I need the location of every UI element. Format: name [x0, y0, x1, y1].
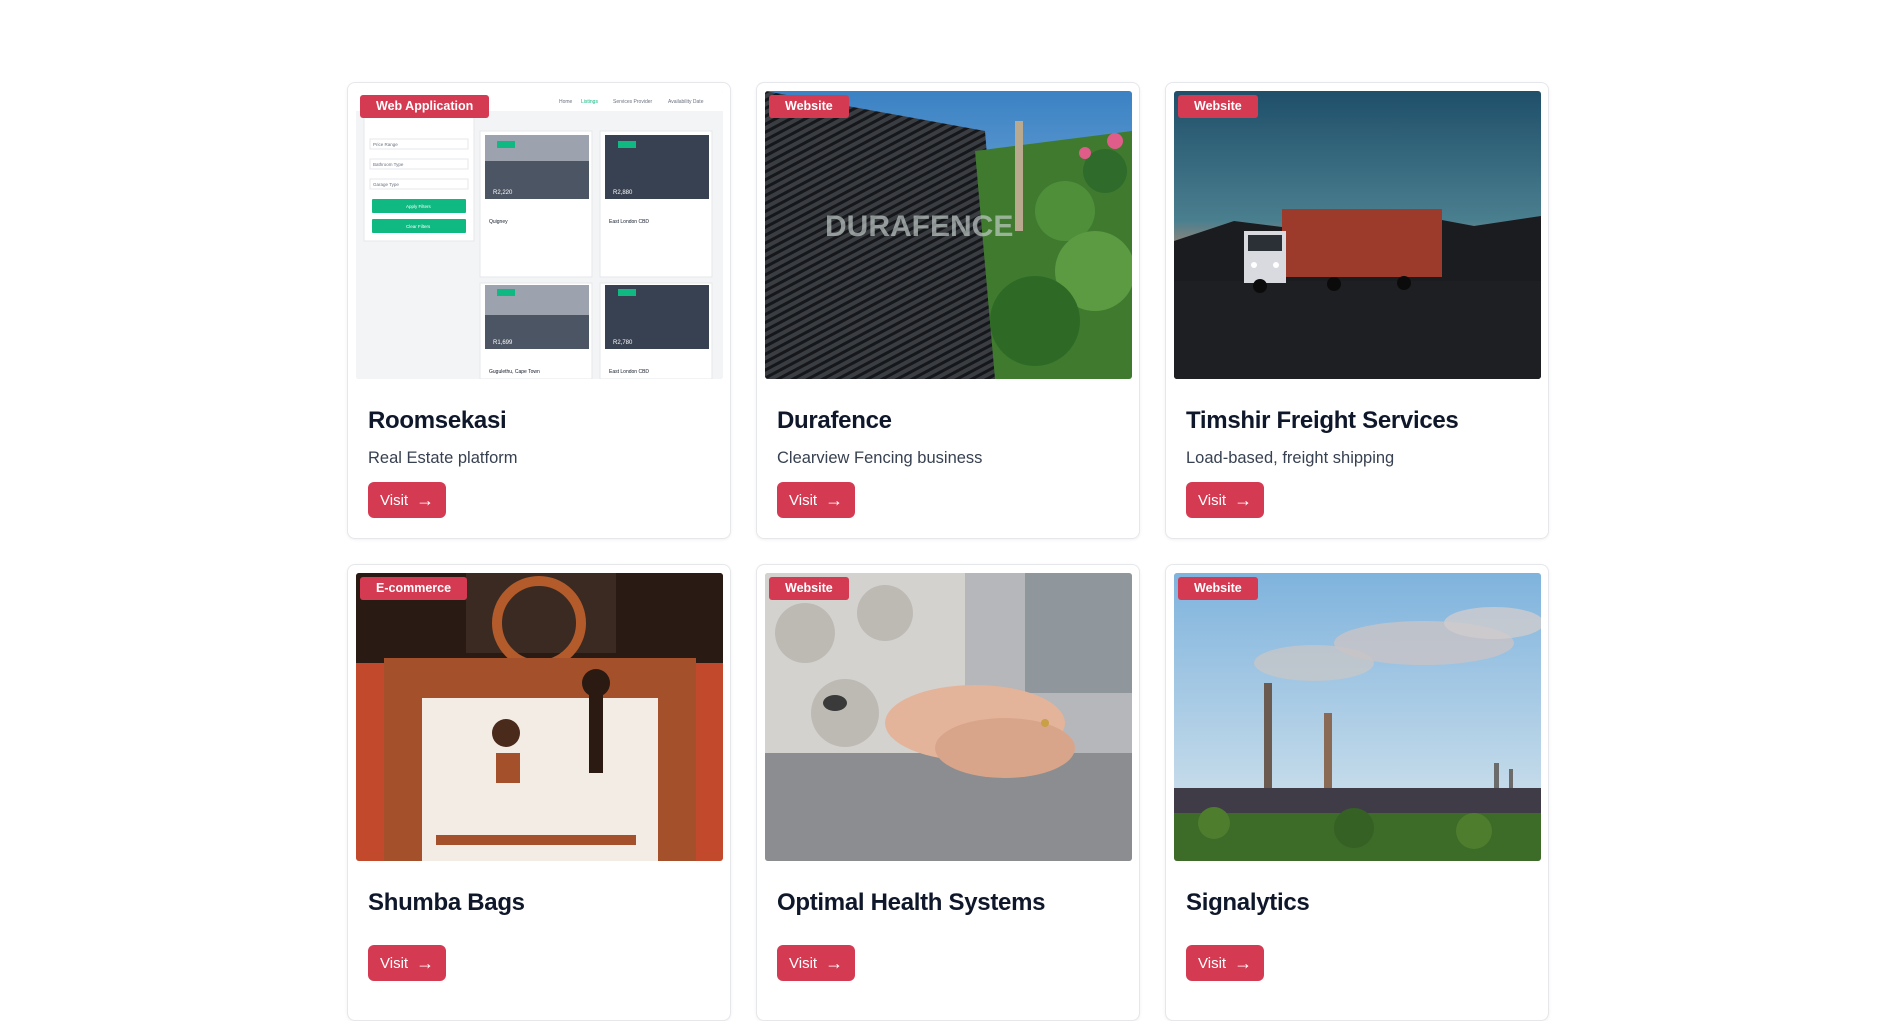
project-thumbnail: Website [765, 573, 1132, 861]
project-card: Home Listings Services Provider Availabi… [347, 82, 731, 539]
arrow-right-icon: → [416, 490, 435, 510]
project-title: Shumba Bags [368, 889, 525, 916]
project-title: Durafence [777, 407, 892, 434]
svg-text:Services Provider: Services Provider [613, 99, 653, 105]
visit-button[interactable]: Visit → [777, 482, 856, 518]
category-badge: Website [1178, 95, 1258, 118]
project-card: Website Optimal Health Systems Visit → [756, 564, 1140, 1021]
svg-text:Home: Home [559, 99, 573, 105]
svg-text:Price Range: Price Range [373, 142, 398, 147]
svg-text:Clear Filters: Clear Filters [406, 224, 431, 229]
project-title: Signalytics [1186, 889, 1310, 916]
svg-text:R1,699: R1,699 [493, 340, 513, 346]
project-thumbnail: Home Listings Services Provider Availabi… [356, 91, 723, 379]
visit-button[interactable]: Visit → [368, 482, 447, 518]
handbag-image [356, 573, 723, 861]
freight-truck-image [1174, 91, 1541, 379]
svg-text:East London CBD: East London CBD [609, 219, 649, 225]
arrow-right-icon: → [1234, 953, 1253, 973]
category-badge: Website [769, 577, 849, 600]
project-card: DURAFENCE Website Durafence Clearview Fe… [756, 82, 1140, 539]
category-badge: Web Application [360, 95, 490, 118]
project-card: Website Signalytics Visit → [1165, 564, 1549, 1021]
durafence-logo: DURAFENCE [825, 210, 1013, 243]
project-title: Optimal Health Systems [777, 889, 1046, 916]
holding-hands-image [765, 573, 1132, 861]
project-thumbnail: DURAFENCE Website [765, 91, 1132, 379]
project-title: Timshir Freight Services [1186, 407, 1459, 434]
project-card: E-commerce Shumba Bags Visit → [347, 564, 731, 1021]
project-description: Clearview Fencing business [777, 449, 983, 467]
svg-text:Quigney: Quigney [489, 219, 508, 225]
svg-text:R2,220: R2,220 [493, 190, 513, 196]
project-thumbnail: Website [1174, 91, 1541, 379]
project-description: Real Estate platform [368, 449, 518, 467]
project-title: Roomsekasi [368, 407, 507, 434]
visit-button[interactable]: Visit → [1186, 482, 1265, 518]
project-description: Load-based, freight shipping [1186, 449, 1395, 467]
visit-button[interactable]: Visit → [1186, 945, 1265, 981]
svg-text:Garage Type: Garage Type [373, 182, 399, 187]
visit-label: Visit [789, 491, 818, 509]
project-card: Website Timshir Freight Services Load-ba… [1165, 82, 1549, 539]
visit-label: Visit [789, 954, 818, 972]
real-estate-screenshot-image: Home Listings Services Provider Availabi… [356, 91, 723, 379]
arrow-right-icon: → [416, 953, 435, 973]
arrow-right-icon: → [1234, 490, 1253, 510]
visit-label: Visit [1198, 491, 1227, 509]
svg-text:Gugulethu, Cape Town: Gugulethu, Cape Town [489, 369, 540, 375]
visit-label: Visit [380, 954, 409, 972]
visit-label: Visit [380, 491, 409, 509]
category-badge: E-commerce [360, 577, 468, 600]
project-thumbnail: E-commerce [356, 573, 723, 861]
arrow-right-icon: → [825, 953, 844, 973]
svg-text:R2,780: R2,780 [613, 340, 633, 346]
projects-grid: Home Listings Services Provider Availabi… [347, 82, 1549, 1021]
visit-button[interactable]: Visit → [777, 945, 856, 981]
svg-text:East London CBD: East London CBD [609, 369, 649, 375]
arrow-right-icon: → [825, 490, 844, 510]
visit-button[interactable]: Visit → [368, 945, 447, 981]
industrial-chimneys-image [1174, 573, 1541, 861]
project-thumbnail: Website [1174, 573, 1541, 861]
svg-text:Availability Date: Availability Date [668, 99, 704, 105]
visit-label: Visit [1198, 954, 1227, 972]
fence-photo-image: DURAFENCE [765, 91, 1132, 379]
svg-text:Apply Filters: Apply Filters [406, 204, 432, 209]
svg-text:Listings: Listings [581, 99, 598, 105]
category-badge: Website [1178, 577, 1258, 600]
svg-text:Bathroom Type: Bathroom Type [373, 162, 404, 167]
svg-text:R2,880: R2,880 [613, 190, 633, 196]
category-badge: Website [769, 95, 849, 118]
